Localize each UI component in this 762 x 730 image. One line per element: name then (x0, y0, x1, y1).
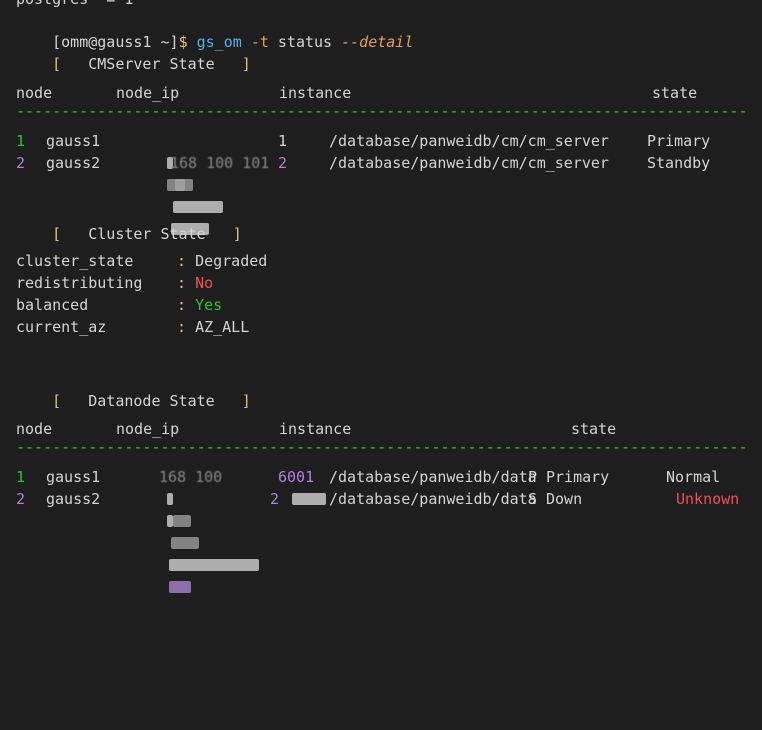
cluster-value: Yes (195, 296, 223, 314)
cluster-key: current_az (16, 318, 107, 336)
redacted-ip (113, 488, 260, 620)
row-instance: /database/panweidb/data (329, 490, 537, 508)
cluster-item: cluster_state : Degraded (16, 252, 268, 270)
cluster-item: balanced : Yes (16, 296, 223, 314)
cluster-key: balanced (16, 296, 89, 314)
prompt-line: [omm@gauss1 ~]$ gs_om -t status --detail (16, 9, 413, 51)
row-role: P (528, 468, 538, 486)
row-instance: /database/panweidb/cm/cm_server (329, 154, 609, 172)
row-ip-tail: 1 (278, 132, 288, 150)
command-flag: -t (250, 33, 269, 51)
cluster-item: current_az : AZ_ALL (16, 318, 250, 336)
cluster-item: redistributing : No (16, 274, 214, 292)
row-state: Normal (666, 468, 721, 486)
cluster-key: cluster_state (16, 252, 134, 270)
cmserver-header-text: CMServer State (61, 55, 242, 73)
table-row: 2 gauss2 168 100 101 2 /database/panweid… (16, 152, 746, 191)
row-role: S (528, 490, 538, 508)
cluster-header-text: Cluster State (61, 225, 233, 243)
cluster-header: [ Cluster State ] (52, 225, 242, 243)
row-state: Unknown (676, 490, 740, 508)
cluster-value: Degraded (195, 252, 268, 270)
row-state: Standby (647, 154, 711, 172)
row-port: 6001 (278, 468, 315, 486)
separator-line: ----------------------------------------… (16, 438, 746, 456)
row-node: gauss1 (46, 468, 101, 486)
datanode-header: [ Datanode State ] (52, 392, 251, 410)
row-node: gauss2 (46, 154, 101, 172)
separator-line: ----------------------------------------… (16, 102, 746, 120)
row-port: 2 (270, 490, 280, 508)
table-row: 1 gauss1 168 100 6001 /database/panweidb… (16, 466, 746, 527)
row-ip-tail: 2 (278, 154, 288, 172)
row-instance: /database/panweidb/cm/cm_server (329, 132, 609, 150)
row-index: 1 (16, 468, 26, 486)
row-index: 2 (16, 490, 26, 508)
table-row: 1 gauss1 1 /database/panweidb/cm/cm_serv… (16, 130, 746, 235)
row-node: gauss1 (46, 132, 101, 150)
row-role-state: Primary (546, 468, 610, 486)
row-index: 2 (16, 154, 26, 172)
row-index: 1 (16, 132, 26, 150)
cluster-value: No (195, 274, 214, 292)
datanode-header-text: Datanode State (61, 392, 242, 410)
table-row: 2 gauss2 2 /database/panweidb/data S Dow… (16, 488, 746, 593)
cluster-key: redistributing (16, 274, 143, 292)
terminal-window[interactable]: postgres = 1 [omm@gauss1 ~]$ gs_om -t st… (0, 0, 762, 593)
row-role-state: Down (546, 490, 583, 508)
cmserver-header: [ CMServer State ] (52, 55, 251, 73)
row-state: Primary (647, 132, 711, 150)
cluster-value: AZ_ALL (195, 318, 250, 336)
command-arg: status (277, 33, 333, 51)
row-instance: /database/panweidb/data (329, 468, 537, 486)
command-option: --detail (341, 33, 414, 51)
row-ip-mid: 168 100 101 (170, 154, 270, 172)
row-node: gauss2 (46, 490, 101, 508)
row-ip-mid: 168 100 (159, 468, 223, 486)
